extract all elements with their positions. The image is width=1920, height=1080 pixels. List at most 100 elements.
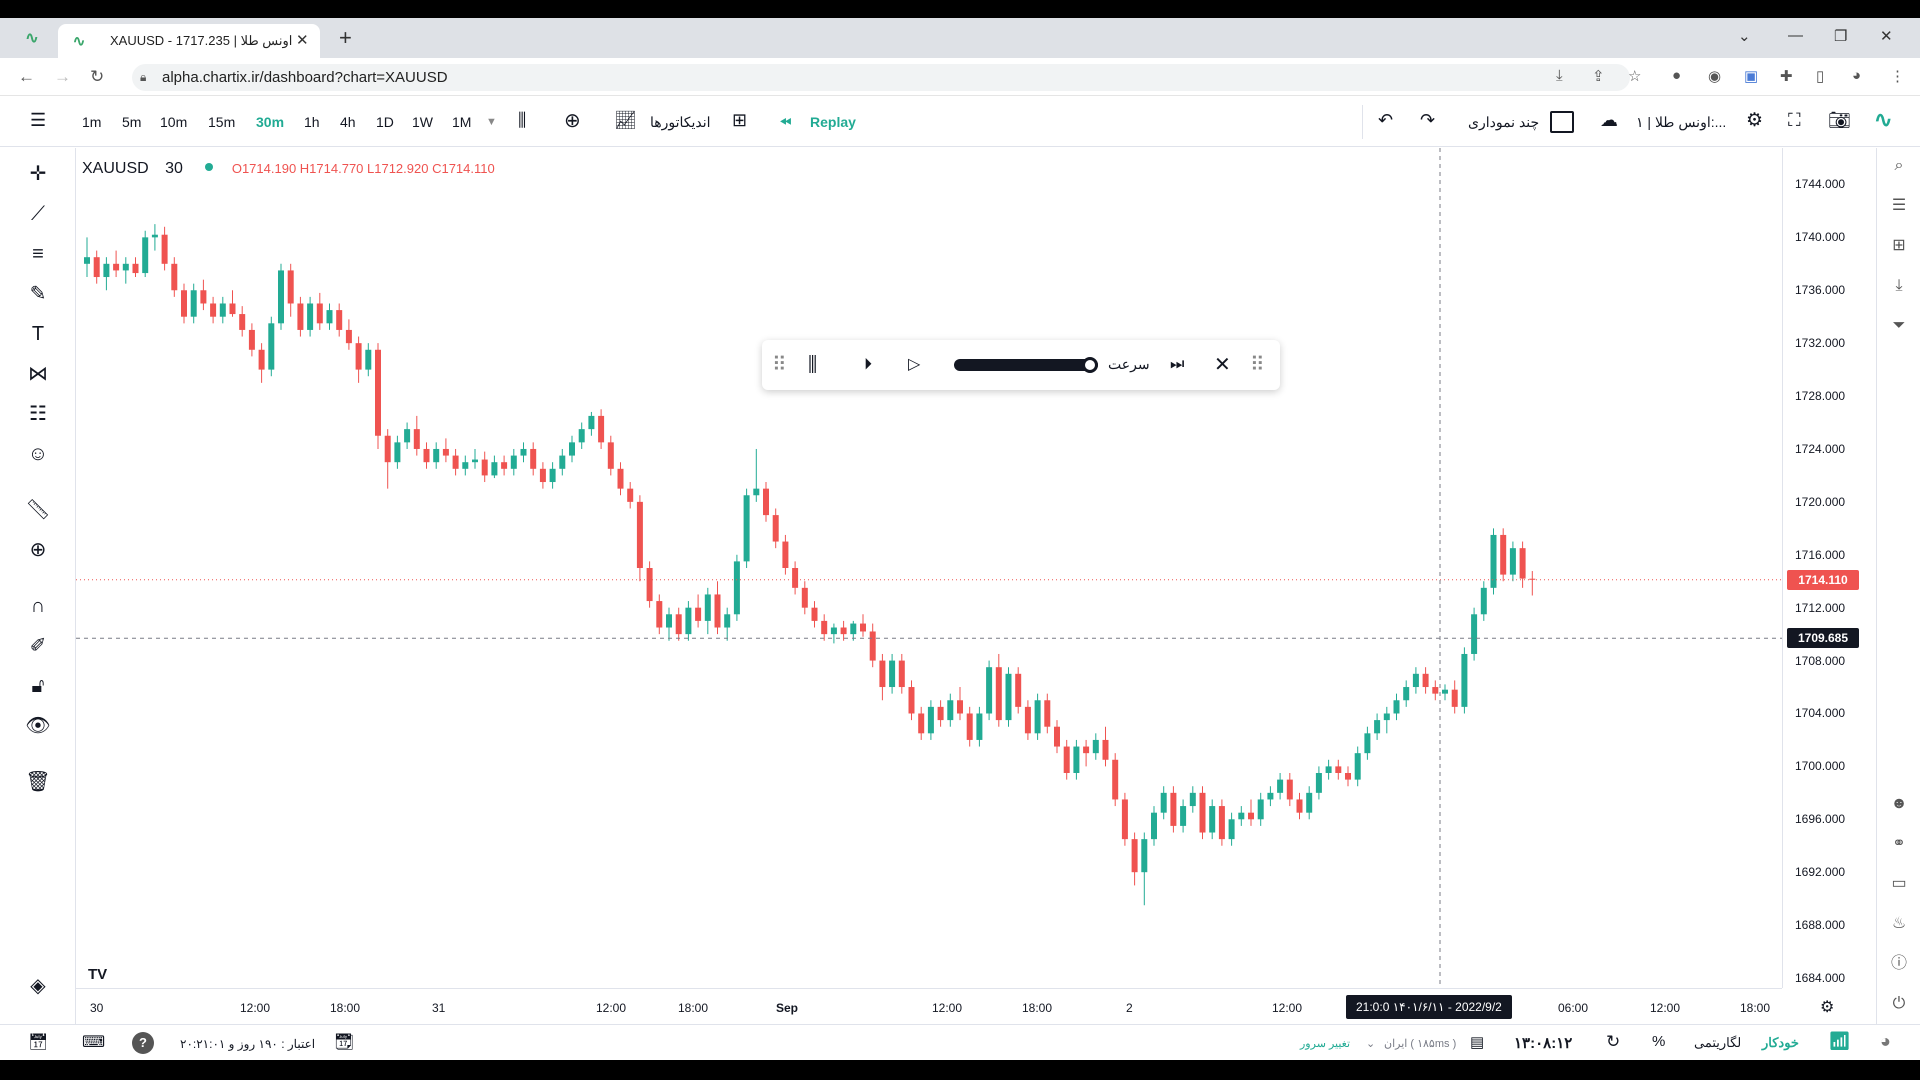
tab-search-icon[interactable]: ⌄ — [1738, 27, 1751, 45]
speed-slider-knob[interactable] — [1082, 357, 1098, 373]
trash-icon[interactable]: 🗑︎ — [22, 766, 54, 798]
candlestick-chart[interactable] — [76, 148, 1782, 988]
chartix-logo[interactable]: ∿ — [1874, 107, 1892, 133]
reload-icon[interactable]: ↻ — [90, 67, 104, 87]
chevron-down-icon[interactable]: ▼ — [486, 116, 497, 128]
search-icon[interactable]: ⌕ — [1887, 154, 1911, 178]
replay-button[interactable]: Replay — [810, 114, 856, 130]
axis-settings-gear-icon[interactable]: ⚙︎ — [1820, 997, 1834, 1017]
replay-rewind-icon[interactable]: ⏪︎ — [780, 114, 791, 131]
interval-30m[interactable]: 30m — [256, 114, 284, 130]
step-forward-icon[interactable]: ⏵︎ — [864, 353, 872, 377]
stay-drawing-icon[interactable]: ✐ — [22, 630, 54, 662]
download-icon[interactable]: ⤓ — [1887, 274, 1911, 298]
interval-10m[interactable]: 10m — [160, 114, 187, 130]
interval-4h[interactable]: 4h — [340, 114, 356, 130]
interval-1h[interactable]: 1h — [304, 114, 320, 130]
browser-menu-icon[interactable]: ⋮ — [1890, 67, 1905, 85]
interval-5m[interactable]: 5m — [122, 114, 141, 130]
magnet-icon[interactable]: ∩ — [22, 590, 54, 622]
price-axis[interactable]: 1744.000 1740.000 1736.000 1732.000 1728.000… — [1782, 148, 1876, 988]
chartix-app-icon[interactable]: ∿ — [22, 29, 42, 49]
brush-icon[interactable]: ✎ — [22, 278, 54, 310]
add-alert-icon[interactable]: ⊞ — [1887, 234, 1911, 258]
multi-chart-label[interactable]: چند نموداری — [1468, 114, 1539, 131]
chart-pane[interactable] — [76, 148, 1782, 988]
change-server-link[interactable]: تغییر سرور — [1300, 1037, 1350, 1050]
candle-style-icon[interactable]: ⫼ — [518, 110, 526, 131]
jump-to-realtime-icon[interactable]: ⏭︎ — [1170, 353, 1184, 377]
drag-handle-icon[interactable]: ⠿ — [772, 353, 787, 377]
legend-symbol[interactable]: XAUUSD — [82, 160, 149, 177]
indicators-icon[interactable]: 📈︎ — [614, 110, 637, 131]
interval-1W[interactable]: 1W — [412, 114, 433, 130]
ruler-icon[interactable]: 📏︎ — [22, 494, 54, 526]
indicators-button[interactable]: اندیکاتورها — [650, 114, 711, 131]
close-tab-icon[interactable]: ✕ — [296, 31, 309, 49]
user-support-icon[interactable]: ☻ — [1887, 792, 1911, 816]
redo-icon[interactable]: ↷ — [1420, 110, 1435, 131]
card-icon[interactable]: ▭ — [1887, 872, 1911, 896]
emoji-icon[interactable]: ☺ — [22, 438, 54, 470]
account-avatar-icon[interactable]: ◕ — [1880, 1031, 1891, 1052]
info-icon[interactable]: ⓘ — [1887, 952, 1911, 976]
browser-tab[interactable]: ∿ XAUUSD - 1717.235 | اونس طلا ✕ — [58, 24, 320, 58]
add-compare-icon[interactable]: ⊕ — [564, 108, 581, 133]
settings-gear-icon[interactable]: ⚙︎ — [1746, 109, 1763, 132]
pattern-tool-icon[interactable]: ⋈ — [22, 358, 54, 390]
templates-grid-icon[interactable]: ⊞ — [732, 110, 747, 131]
refresh-icon[interactable]: ↻ — [1606, 1032, 1620, 1052]
minimize-button[interactable]: — — [1788, 27, 1803, 44]
new-tab-button[interactable]: + — [339, 25, 352, 51]
layout-name[interactable]: اونس طلا | ۱:... — [1636, 114, 1726, 131]
tradingview-logo[interactable]: TV — [88, 966, 107, 983]
back-arrow-icon[interactable]: ← — [18, 67, 35, 87]
time-axis[interactable]: 21:0:0 ۱۴۰۱/۶/۱۱ - 2022/9/2 ⚙︎ 30 12:00 18… — [76, 988, 1834, 1024]
undo-icon[interactable]: ↶ — [1378, 110, 1393, 131]
text-tool-icon[interactable]: T — [22, 318, 54, 350]
zoom-in-icon[interactable]: ⊕ — [22, 534, 54, 566]
horizontal-lines-icon[interactable]: ≡ — [22, 238, 54, 270]
close-window-button[interactable]: ✕ — [1880, 27, 1893, 45]
extension-icon[interactable]: ◉ — [1708, 67, 1721, 85]
power-icon[interactable]: ⏻ — [1887, 992, 1911, 1016]
restore-button[interactable]: ❐ — [1834, 27, 1847, 45]
filter-icon[interactable]: ⏷ — [1887, 314, 1911, 338]
fullscreen-icon[interactable]: ⛶ — [1788, 110, 1801, 131]
help-icon[interactable]: ? — [132, 1032, 154, 1054]
screenshot-camera-icon[interactable]: 📷︎ — [1828, 110, 1851, 131]
close-replay-icon[interactable]: ✕ — [1214, 353, 1231, 377]
url-field[interactable]: 🔒︎ alpha.chartix.ir/dashboard?chart=XAUU… — [132, 64, 1630, 91]
hamburger-menu-icon[interactable]: ☰ — [30, 110, 46, 131]
side-panel-icon[interactable]: ▯ — [1816, 67, 1824, 85]
layers-icon[interactable]: ◈ — [22, 970, 54, 1002]
hide-drawings-eye-icon[interactable]: 👁︎ — [22, 710, 54, 742]
speed-slider[interactable] — [954, 357, 1098, 373]
install-icon[interactable]: ⤓ — [1556, 67, 1563, 84]
puzzle-icon[interactable]: ✚ — [1780, 67, 1793, 85]
watchlist-icon[interactable]: ☰ — [1887, 194, 1911, 218]
interval-15m[interactable]: 15m — [208, 114, 235, 130]
percent-toggle[interactable]: % — [1652, 1033, 1665, 1050]
trend-line-icon[interactable]: ⟋ — [22, 198, 54, 230]
keyboard-icon[interactable]: ⌨ — [82, 1032, 105, 1052]
date-range-calendar-icon[interactable]: 📆︎ — [334, 1032, 354, 1052]
drag-handle-icon[interactable]: ⠿ — [1250, 353, 1265, 377]
connections-icon[interactable]: ⚭ — [1887, 832, 1911, 856]
bell-icon[interactable]: ♨ — [1887, 912, 1911, 936]
signal-bars-icon[interactable]: 📶︎ — [1828, 1031, 1851, 1052]
crosshair-icon[interactable]: ✛ — [22, 158, 54, 190]
interval-1D[interactable]: 1D — [376, 114, 394, 130]
lock-drawings-icon[interactable]: 🔓︎ — [22, 670, 54, 702]
forward-arrow-icon[interactable]: → — [54, 67, 71, 87]
translate-icon[interactable]: ▣ — [1744, 67, 1758, 85]
share-icon[interactable]: ⇪ — [1592, 67, 1605, 85]
fib-tool-icon[interactable]: ☷ — [22, 398, 54, 430]
layout-select-icon[interactable] — [1550, 111, 1574, 133]
auto-scale-toggle[interactable]: خودکار — [1762, 1035, 1799, 1051]
calendar-event-icon[interactable]: 📅︎ — [28, 1032, 48, 1052]
interval-1M[interactable]: 1M — [452, 114, 471, 130]
server-chevron-icon[interactable]: ⌄ — [1366, 1037, 1375, 1050]
cloud-save-icon[interactable]: ☁︎ — [1600, 110, 1618, 131]
interval-1m[interactable]: 1m — [82, 114, 101, 130]
